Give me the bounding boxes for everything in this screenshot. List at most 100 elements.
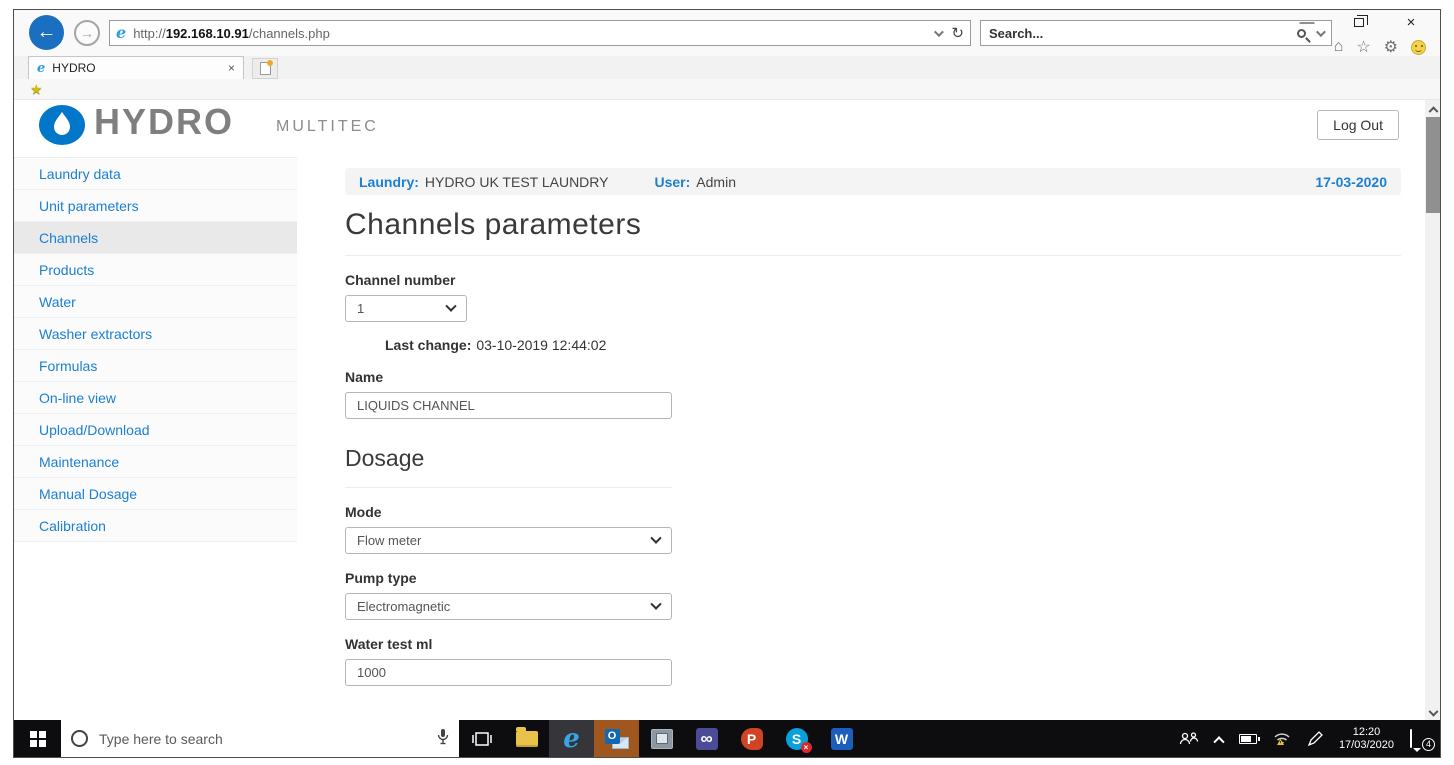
address-bar[interactable]: e http://192.168.10.91/channels.php ↻ — [109, 20, 971, 46]
restore-icon — [1354, 14, 1368, 27]
vertical-scrollbar[interactable] — [1425, 100, 1440, 722]
sidebar-item-laundry-data[interactable]: Laundry data — [14, 158, 297, 190]
last-change-line: Last change: 03-10-2019 12:44:02 — [385, 337, 1401, 353]
system-tray: 12:20 17/03/2020 4 — [1179, 720, 1435, 757]
sidebar-item-water[interactable]: Water — [14, 286, 297, 318]
internet-explorer-icon: e — [563, 723, 580, 754]
file-explorer-button[interactable] — [504, 720, 549, 757]
sidebar-item-formulas[interactable]: Formulas — [14, 350, 297, 382]
skype-button[interactable]: S × — [774, 720, 819, 757]
mode-select[interactable]: Flow meter — [345, 527, 672, 554]
chevron-up-icon[interactable] — [1213, 735, 1225, 747]
sidebar-item-upload-download[interactable]: Upload/Download — [14, 414, 297, 446]
powerpoint-button[interactable]: P — [729, 720, 774, 757]
channel-number-select[interactable]: 1 — [345, 295, 467, 322]
forward-button[interactable]: → — [74, 20, 100, 46]
tab-favicon: e — [37, 60, 46, 76]
user-value: Admin — [696, 173, 736, 190]
clock[interactable]: 12:20 17/03/2020 — [1339, 726, 1394, 752]
settings-gear-icon[interactable]: ⚙ — [1384, 37, 1398, 57]
taskbar-search-placeholder: Type here to search — [99, 730, 223, 747]
action-center-button[interactable]: 4 — [1410, 728, 1435, 751]
search-placeholder: Search... — [989, 25, 1044, 41]
home-icon[interactable]: ⌂ — [1334, 38, 1344, 56]
new-tab-icon — [259, 60, 273, 75]
microphone-icon[interactable] — [437, 728, 449, 750]
sidebar-item-maintenance[interactable]: Maintenance — [14, 446, 297, 478]
current-date: 17-03-2020 — [1315, 173, 1387, 190]
forward-arrow-icon: → — [80, 25, 94, 41]
outlook-button[interactable]: O — [594, 720, 639, 757]
tab-hydro[interactable]: e HYDRO × — [28, 56, 244, 79]
word-button[interactable]: W — [819, 720, 864, 757]
sidebar-item-calibration[interactable]: Calibration — [14, 510, 297, 542]
outlook-icon: O — [604, 728, 629, 749]
back-button[interactable]: ← — [29, 15, 64, 50]
sidebar-item-online-view[interactable]: On-line view — [14, 382, 297, 414]
windows-taskbar: Type here to search e O ∞ P S × W 12:20 … — [14, 720, 1440, 757]
logout-button[interactable]: Log Out — [1317, 110, 1399, 140]
pen-icon[interactable] — [1307, 730, 1323, 747]
logo-text: HYDRO — [94, 101, 235, 142]
main-content: Laundry: HYDRO UK TEST LAUNDRY User: Adm… — [345, 157, 1401, 722]
utility-app-button[interactable] — [639, 720, 684, 757]
task-view-button[interactable] — [459, 720, 504, 757]
battery-icon[interactable] — [1238, 733, 1260, 744]
taskbar-search-box[interactable]: Type here to search — [61, 720, 459, 757]
start-button[interactable] — [14, 720, 61, 757]
pump-type-select[interactable]: Electromagnetic — [345, 593, 672, 620]
laundry-label: Laundry: — [359, 173, 419, 190]
water-test-input[interactable]: 1000 — [345, 659, 672, 686]
sidebar-item-manual-dosage[interactable]: Manual Dosage — [14, 478, 297, 510]
cortana-icon — [71, 730, 88, 747]
sidebar-item-washer-extractors[interactable]: Washer extractors — [14, 318, 297, 350]
name-value: LIQUIDS CHANNEL — [357, 398, 475, 413]
chevron-down-icon — [445, 300, 457, 312]
pump-type-value: Electromagnetic — [357, 599, 451, 614]
close-button[interactable]: × — [1398, 12, 1424, 32]
chevron-down-icon — [1428, 706, 1439, 717]
wifi-warning-icon[interactable] — [1273, 731, 1291, 746]
word-icon: W — [830, 727, 853, 750]
sidebar-item-unit-parameters[interactable]: Unit parameters — [14, 190, 297, 222]
channel-number-label: Channel number — [345, 272, 456, 288]
sidebar-nav: Laundry data Unit parameters Channels Pr… — [14, 157, 297, 542]
scrollbar-thumb[interactable] — [1426, 117, 1440, 213]
last-change-value: 03-10-2019 12:44:02 — [476, 337, 607, 353]
water-test-value: 1000 — [357, 665, 386, 680]
tray-date: 17/03/2020 — [1338, 738, 1394, 751]
favorites-bar: ★ — [14, 79, 1440, 100]
name-input[interactable]: LIQUIDS CHANNEL — [345, 392, 672, 419]
internet-explorer-button[interactable]: e — [549, 720, 594, 757]
feedback-smiley-icon[interactable] — [1411, 39, 1426, 55]
sidebar-item-channels[interactable]: Channels — [14, 222, 297, 254]
mode-value: Flow meter — [357, 533, 422, 548]
restore-button[interactable] — [1346, 12, 1372, 32]
task-view-icon — [471, 731, 492, 746]
skype-status-badge: × — [800, 741, 812, 753]
chevron-down-icon — [650, 532, 662, 544]
desktop-screenshot: ← → e http://192.168.10.91/channels.php … — [13, 9, 1441, 758]
tray-time: 12:20 — [1352, 725, 1381, 738]
add-favorite-star-icon[interactable]: ★ — [30, 81, 43, 98]
windows-logo-icon — [29, 730, 46, 747]
tab-close-icon[interactable]: × — [228, 61, 235, 75]
skype-icon: S × — [785, 727, 812, 753]
refresh-icon[interactable]: ↻ — [951, 24, 964, 42]
scroll-up-button[interactable] — [1425, 100, 1440, 116]
infinity-app-button[interactable]: ∞ — [684, 720, 729, 757]
pump-type-label: Pump type — [345, 570, 417, 586]
back-arrow-icon: ← — [36, 21, 57, 43]
browser-toolbar: ← → e http://192.168.10.91/channels.php … — [14, 10, 1440, 56]
hydro-drop-icon — [39, 105, 85, 145]
new-tab-button[interactable] — [252, 58, 278, 79]
app-name: MULTITEC — [276, 118, 379, 135]
powerpoint-icon: P — [740, 727, 763, 750]
sidebar-item-products[interactable]: Products — [14, 254, 297, 286]
browser-search-box[interactable]: Search... — [980, 20, 1332, 46]
people-icon[interactable] — [1179, 731, 1199, 746]
channel-number-value: 1 — [357, 301, 365, 316]
address-dropdown-icon[interactable] — [934, 26, 945, 37]
favorites-icon[interactable]: ☆ — [1356, 37, 1370, 57]
minimize-button[interactable]: — — [1294, 12, 1320, 32]
